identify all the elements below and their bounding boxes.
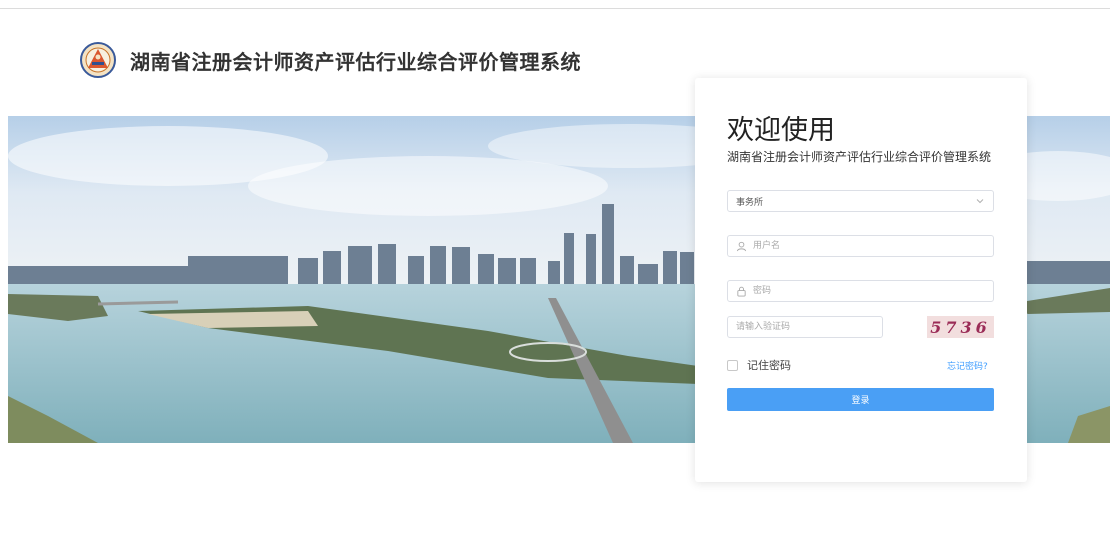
login-subtitle: 湖南省注册会计师资产评估行业综合评价管理系统	[727, 150, 992, 164]
username-input[interactable]	[753, 236, 993, 256]
org-type-select[interactable]: 事务所	[727, 190, 994, 212]
captcha-field[interactable]	[727, 316, 883, 338]
captcha-image[interactable]: 5736	[927, 316, 994, 338]
association-emblem-icon	[80, 42, 116, 78]
welcome-heading: 欢迎使用	[727, 115, 835, 146]
remember-password[interactable]: 记住密码	[727, 357, 791, 373]
chevron-down-icon	[976, 199, 984, 204]
remember-label: 记住密码	[747, 359, 791, 372]
lock-icon	[737, 286, 746, 297]
system-title: 湖南省注册会计师资产评估行业综合评价管理系统	[130, 49, 581, 74]
password-input[interactable]	[753, 281, 993, 301]
password-field[interactable]	[727, 280, 994, 302]
top-divider	[0, 8, 1110, 9]
org-type-value: 事务所	[736, 197, 764, 208]
site-header: 湖南省注册会计师资产评估行业综合评价管理系统	[80, 40, 581, 80]
username-field[interactable]	[727, 235, 994, 257]
captcha-input[interactable]	[736, 317, 882, 337]
login-button[interactable]: 登录	[727, 388, 994, 411]
forgot-password-link[interactable]: 忘记密码?	[947, 359, 988, 372]
login-card: 欢迎使用 湖南省注册会计师资产评估行业综合评价管理系统 事务所 5736 记住密…	[695, 78, 1027, 482]
remember-checkbox[interactable]	[727, 359, 738, 371]
user-icon	[736, 241, 747, 251]
